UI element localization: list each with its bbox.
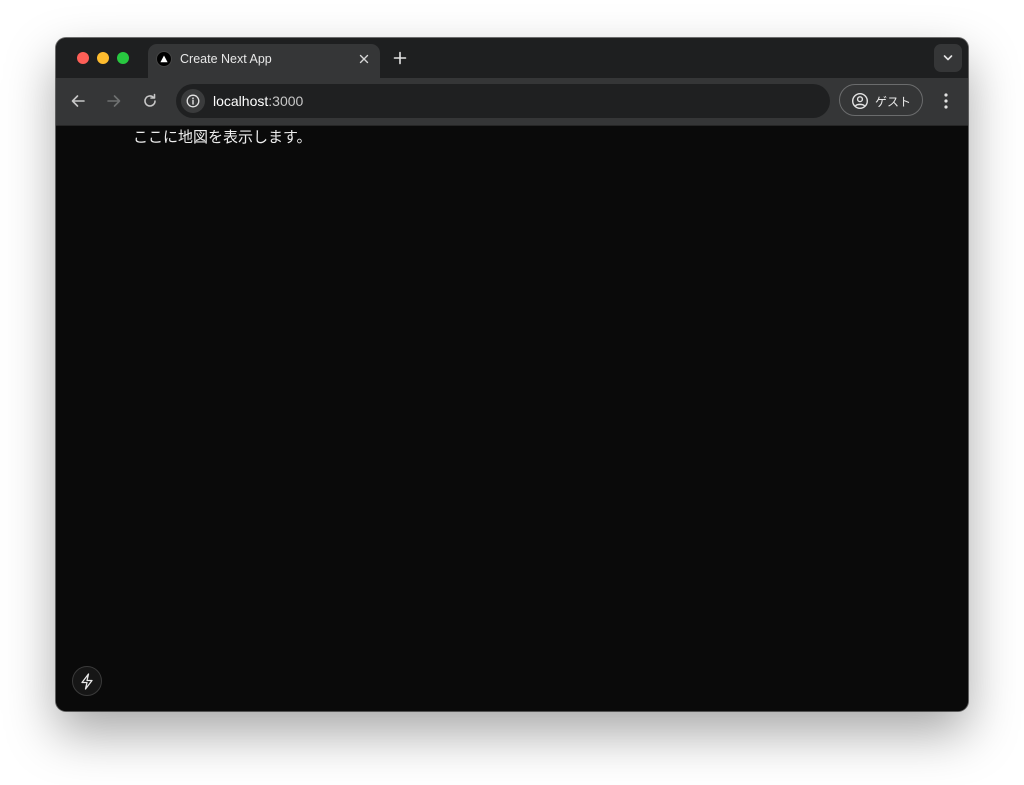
reload-icon[interactable] xyxy=(140,91,160,111)
nextjs-dev-tools-button[interactable] xyxy=(72,666,102,696)
profile-label: ゲスト xyxy=(875,95,912,109)
tab-title: Create Next App xyxy=(180,52,272,66)
browser-window: Create Next App localhost:3000 ゲスト ここに地図… xyxy=(56,38,968,711)
info-icon[interactable] xyxy=(181,89,205,113)
window-close-button[interactable] xyxy=(77,52,89,64)
chevron-down-icon xyxy=(943,55,953,61)
tab-create-next-app[interactable]: Create Next App xyxy=(148,44,380,78)
url-host: localhost xyxy=(213,93,269,109)
more-vertical-icon[interactable] xyxy=(936,90,956,112)
window-maximize-button[interactable] xyxy=(117,52,129,64)
new-tab-icon[interactable] xyxy=(390,48,410,68)
tab-search-button[interactable] xyxy=(934,44,962,72)
lightning-bolt-icon xyxy=(81,673,93,690)
browser-toolbar: localhost:3000 ゲスト xyxy=(56,78,968,126)
address-bar[interactable]: localhost:3000 xyxy=(176,84,830,118)
back-arrow-icon[interactable] xyxy=(68,91,88,111)
nextjs-triangle-icon xyxy=(156,51,172,67)
forward-arrow-icon[interactable] xyxy=(104,91,124,111)
url-port: :3000 xyxy=(268,93,304,109)
url-text[interactable]: localhost:3000 xyxy=(213,93,303,109)
map-placeholder-text: ここに地図を表示します。 xyxy=(133,128,312,146)
person-circle-icon xyxy=(851,92,869,110)
page-content: ここに地図を表示します。 xyxy=(56,126,968,711)
close-tab-icon[interactable] xyxy=(356,51,372,67)
tab-bar: Create Next App xyxy=(56,38,968,78)
profile-button[interactable]: ゲスト xyxy=(839,84,923,116)
window-minimize-button[interactable] xyxy=(97,52,109,64)
